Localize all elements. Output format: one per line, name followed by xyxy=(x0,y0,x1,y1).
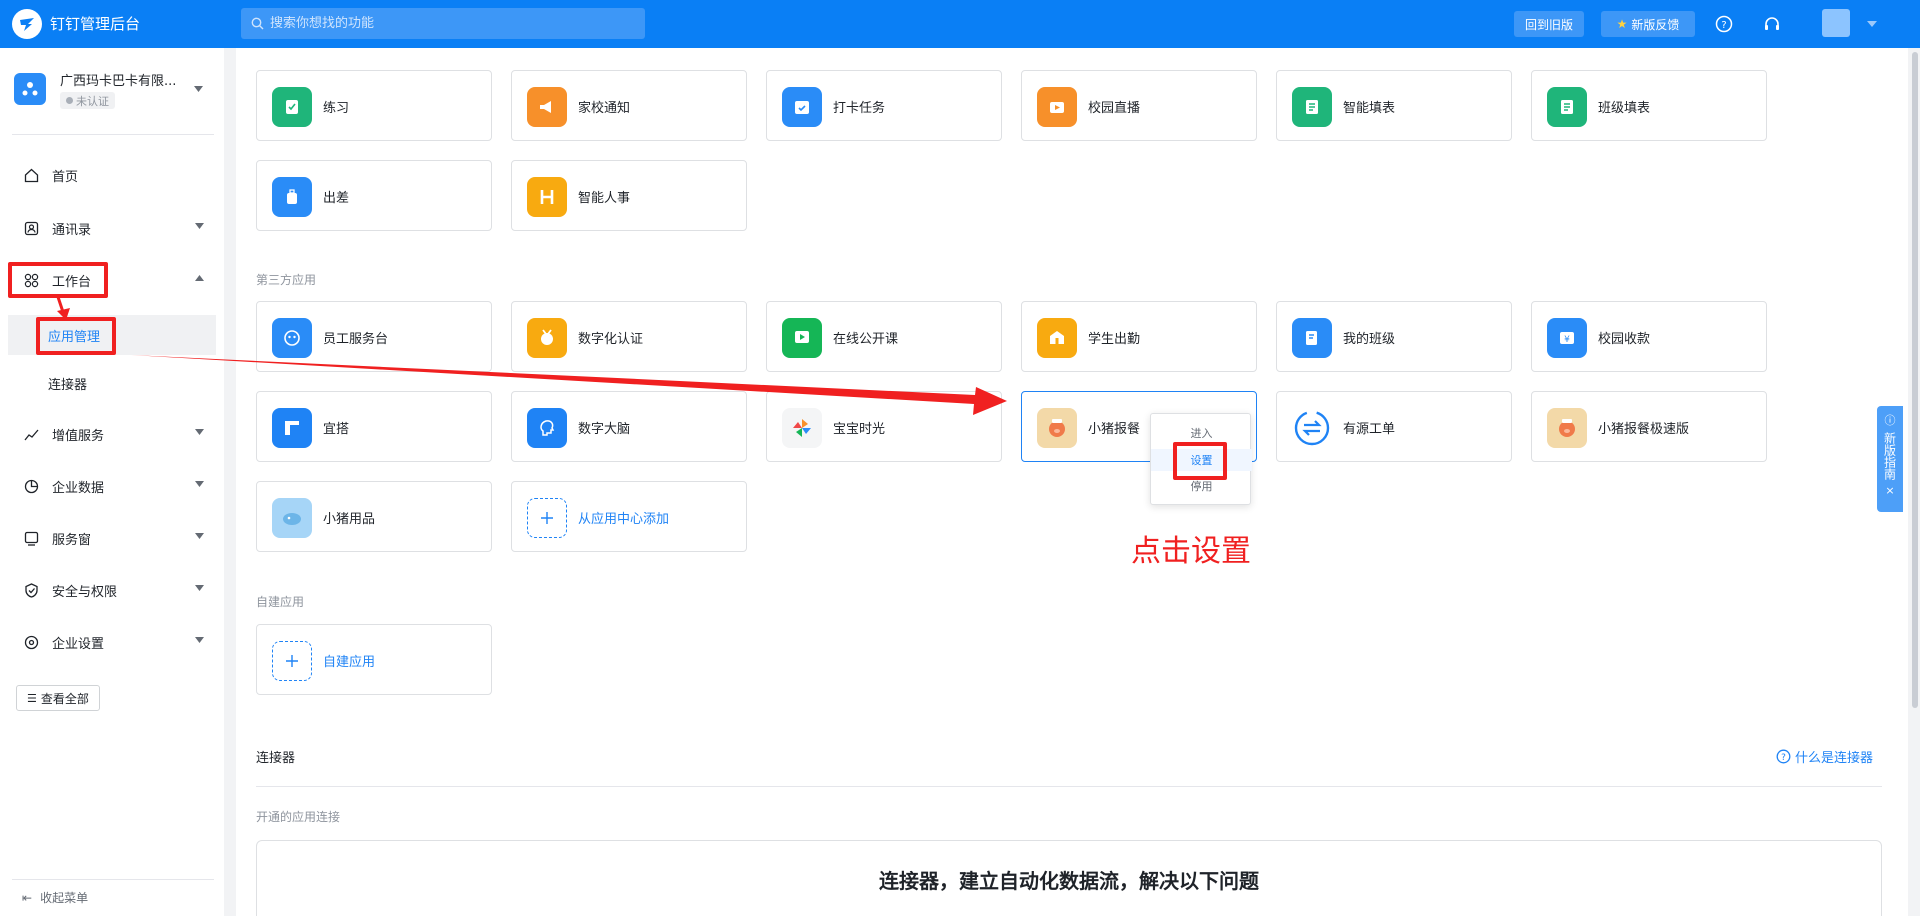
divider xyxy=(256,786,1882,787)
connector-banner: 连接器，建立自动化数据流，解决以下问题 xyxy=(256,840,1882,916)
new-guide-tab[interactable]: ⓘ 新版指南 × xyxy=(1877,406,1903,512)
help-circle-icon: ? xyxy=(1776,749,1791,764)
what-is-connector-link[interactable]: ? 什么是连接器 xyxy=(1776,747,1873,766)
section-title-connector: 连接器 xyxy=(256,751,296,766)
close-icon[interactable]: × xyxy=(1885,484,1894,497)
annotation-text: 点击设置 xyxy=(1131,534,1251,569)
guide-label: 新版指南 xyxy=(1882,432,1897,480)
connector-subtitle: 开通的应用连接 xyxy=(256,810,341,824)
connector-banner-title: 连接器，建立自动化数据流，解决以下问题 xyxy=(879,869,1259,893)
annotation-arrows xyxy=(56,296,1007,415)
scrollbar[interactable] xyxy=(1912,52,1918,708)
svg-text:?: ? xyxy=(1781,753,1786,763)
help-link-label: 什么是连接器 xyxy=(1795,751,1874,766)
info-icon: ⓘ xyxy=(1884,414,1896,427)
